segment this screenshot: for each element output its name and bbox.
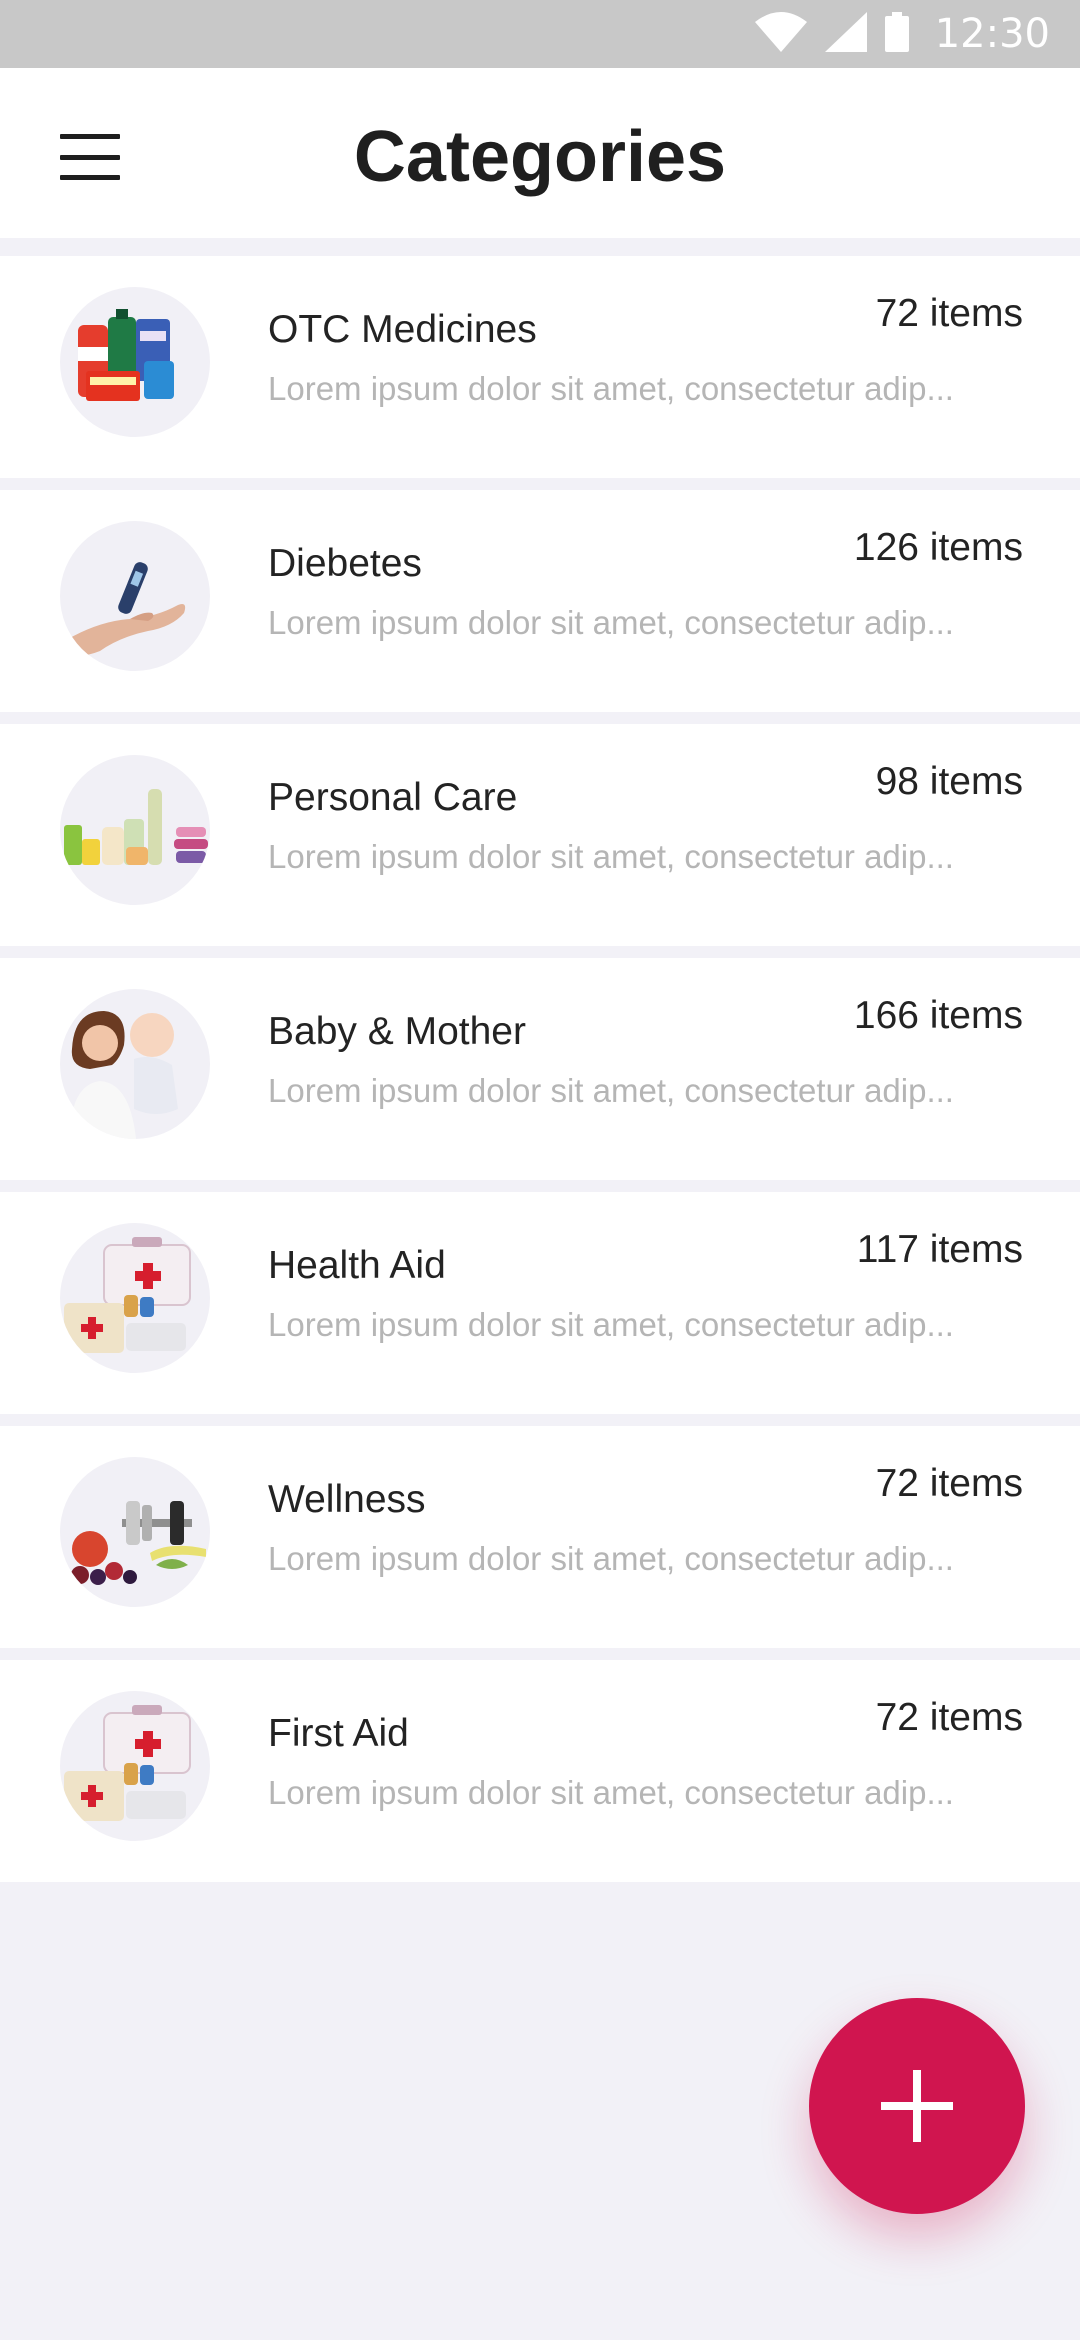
item-count: 72 items (875, 292, 1023, 335)
category-description: Lorem ipsum dolor sit amet, consectetur … (268, 604, 954, 641)
category-item-baby-and-mother[interactable]: Baby & Mother 166 items Lorem ipsum dolo… (0, 958, 1080, 1180)
category-item-first-aid[interactable]: First Aid 72 items Lorem ipsum dolor sit… (0, 1660, 1080, 1882)
category-name: Baby & Mother (268, 1010, 526, 1053)
wellness-image (60, 1457, 210, 1607)
battery-icon (884, 11, 909, 57)
status-icons: 12:30 (754, 0, 1050, 68)
category-name: Health Aid (268, 1244, 446, 1287)
cellular-signal-icon (824, 11, 867, 57)
status-bar: 12:30 (0, 0, 1080, 68)
category-description: Lorem ipsum dolor sit amet, consectetur … (268, 838, 954, 875)
personal-care-image (60, 755, 210, 905)
plus-icon (881, 2070, 953, 2142)
item-count: 72 items (875, 1462, 1023, 1505)
category-description: Lorem ipsum dolor sit amet, consectetur … (268, 1072, 954, 1109)
category-name: OTC Medicines (268, 308, 537, 351)
category-name: Wellness (268, 1478, 426, 1521)
item-count: 126 items (853, 526, 1023, 569)
app-bar: Categories (0, 68, 1080, 238)
category-name: First Aid (268, 1712, 409, 1755)
item-count: 72 items (875, 1696, 1023, 1739)
category-description: Lorem ipsum dolor sit amet, consectetur … (268, 1306, 954, 1343)
page-title: Categories (353, 117, 727, 197)
category-item-personal-care[interactable]: Personal Care 98 items Lorem ipsum dolor… (0, 724, 1080, 946)
item-count: 166 items (853, 994, 1023, 1037)
item-count: 117 items (856, 1228, 1023, 1271)
category-item-otc-medicines[interactable]: OTC Medicines 72 items Lorem ipsum dolor… (0, 256, 1080, 478)
category-item-health-aid[interactable]: Health Aid 117 items Lorem ipsum dolor s… (0, 1192, 1080, 1414)
wifi-icon (754, 11, 807, 57)
mother-baby-image (60, 989, 210, 1139)
first-aid-kit-image (60, 1223, 210, 1373)
otc-medicines-image (60, 287, 210, 437)
status-time: 12:30 (934, 11, 1050, 57)
category-name: Diebetes (268, 542, 422, 585)
item-count: 98 items (875, 760, 1023, 803)
glucose-meter-image (60, 521, 210, 671)
category-description: Lorem ipsum dolor sit amet, consectetur … (268, 1774, 954, 1811)
add-category-button[interactable] (809, 1998, 1025, 2214)
category-description: Lorem ipsum dolor sit amet, consectetur … (268, 370, 954, 407)
category-description: Lorem ipsum dolor sit amet, consectetur … (268, 1540, 954, 1577)
category-name: Personal Care (268, 776, 518, 819)
category-item-diebetes[interactable]: Diebetes 126 items Lorem ipsum dolor sit… (0, 490, 1080, 712)
category-item-wellness[interactable]: Wellness 72 items Lorem ipsum dolor sit … (0, 1426, 1080, 1648)
first-aid-kit-image (60, 1691, 210, 1841)
